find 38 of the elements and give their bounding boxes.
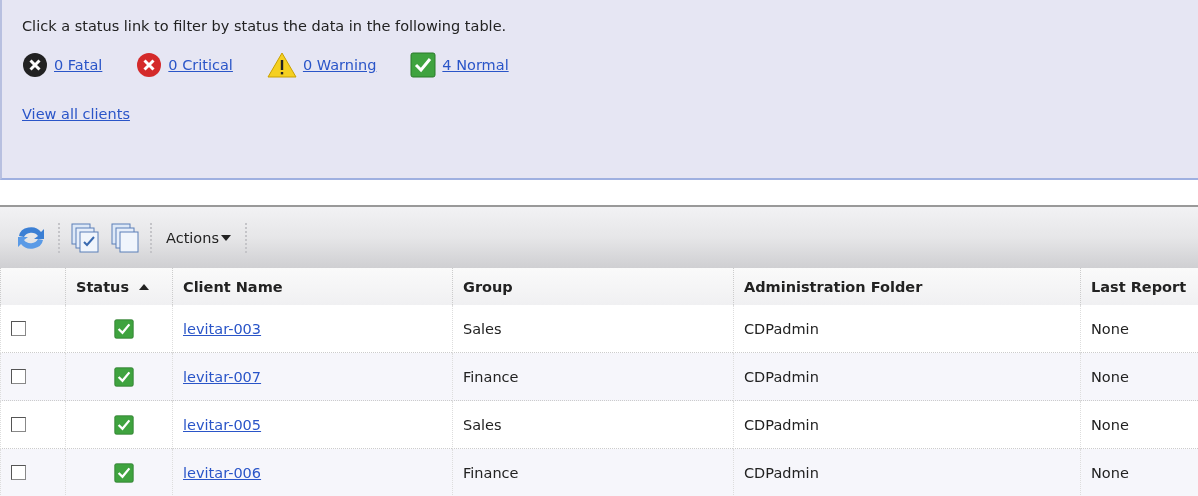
- row-checkbox[interactable]: [11, 369, 26, 384]
- table-cell: None: [1080, 401, 1198, 449]
- column-header[interactable]: Last Report: [1080, 268, 1198, 305]
- table-cell: Sales: [452, 305, 733, 353]
- warning-icon: [266, 52, 297, 78]
- row-checkbox[interactable]: [11, 465, 26, 480]
- caret-icon: [220, 233, 231, 242]
- client-name-link[interactable]: levitar-005: [183, 416, 262, 433]
- client-name-link[interactable]: levitar-007: [183, 368, 262, 385]
- table-cell: None: [1080, 305, 1198, 353]
- table-cell: Finance: [452, 353, 733, 401]
- status-filter-link[interactable]: 0 Fatal: [54, 57, 103, 73]
- column-header[interactable]: Client Name: [172, 268, 452, 305]
- table-cell: CDPadmin: [733, 449, 1080, 496]
- table-cell: None: [1080, 449, 1198, 496]
- x-circle-icon: [22, 52, 48, 78]
- check-icon: [410, 52, 437, 78]
- error-icon: [136, 52, 163, 78]
- table-cell: CDPadmin: [733, 353, 1080, 401]
- column-header[interactable]: Administration Folder: [733, 268, 1080, 305]
- select-all-icon[interactable]: [70, 221, 100, 254]
- client-name-link[interactable]: levitar-003: [183, 320, 262, 337]
- status-filter-link[interactable]: 0 Critical: [168, 57, 233, 73]
- table-cell: None: [1080, 353, 1198, 401]
- table-cell: Finance: [452, 449, 733, 496]
- status-filter-link[interactable]: 4 Normal: [442, 57, 509, 73]
- column-header[interactable]: Group: [452, 268, 733, 305]
- row-checkbox[interactable]: [11, 321, 26, 336]
- table-cell: CDPadmin: [733, 401, 1080, 449]
- status-filter-link[interactable]: 0 Warning: [302, 57, 377, 73]
- table-cell: Sales: [452, 401, 733, 449]
- view-all-link[interactable]: View all clients: [22, 106, 130, 122]
- column-header[interactable]: Status: [65, 268, 172, 305]
- client-name-link[interactable]: levitar-006: [183, 464, 262, 481]
- row-checkbox[interactable]: [11, 417, 26, 432]
- instruction-text: Click a status link to filter by status the data in the following table.: [22, 18, 508, 34]
- table-cell: CDPadmin: [733, 305, 1080, 353]
- actions-menu-button[interactable]: Actions: [162, 229, 235, 246]
